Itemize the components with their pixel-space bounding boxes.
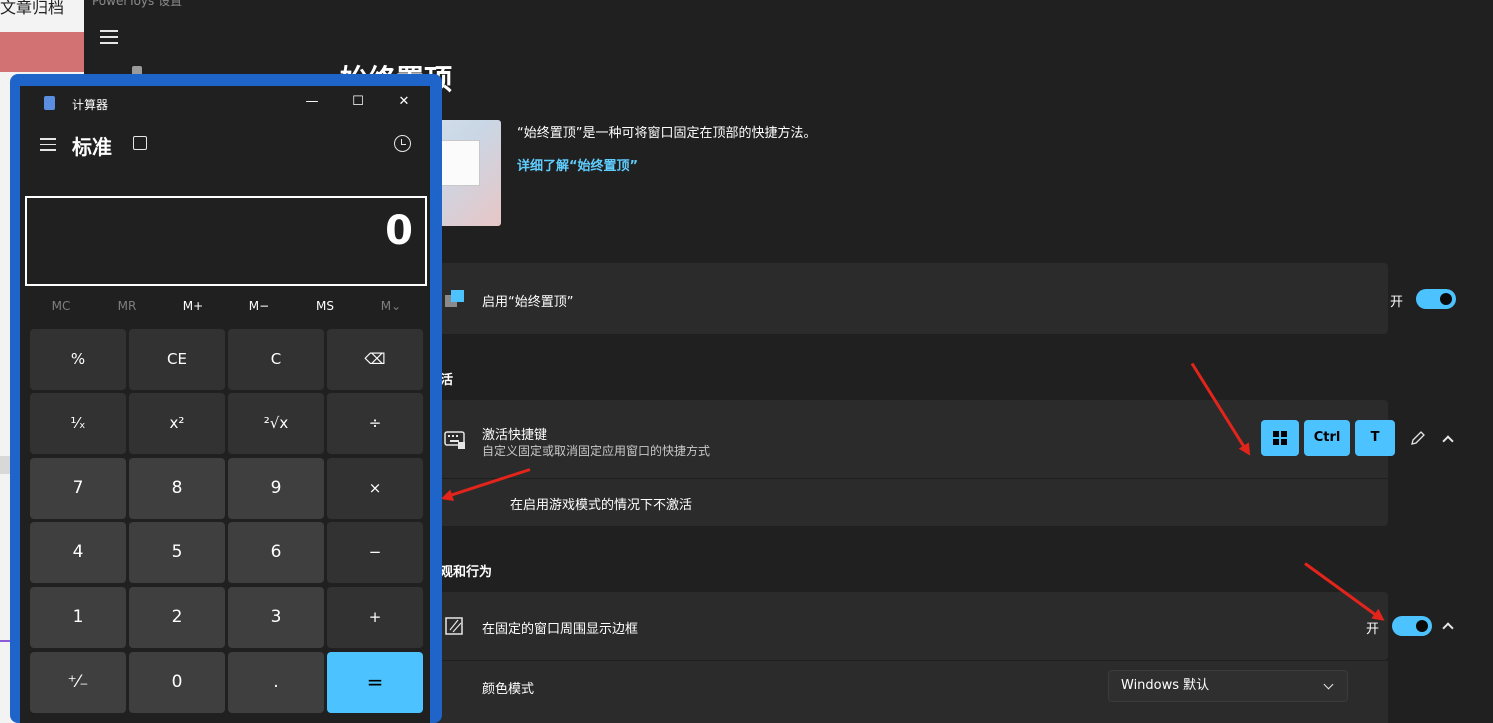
subtract-button[interactable]: − <box>327 522 423 583</box>
equals-button[interactable]: = <box>327 652 423 713</box>
calculator-display-value: 0 <box>385 208 413 254</box>
decimal-button[interactable]: . <box>228 652 324 713</box>
color-mode-value: Windows 默认 <box>1121 678 1210 693</box>
window-border-icon <box>445 617 463 635</box>
digit-9-button[interactable]: 9 <box>228 458 324 519</box>
minimize-icon[interactable]: — <box>300 94 324 114</box>
digit-1-button[interactable]: 1 <box>30 587 126 648</box>
memory-clear-button[interactable]: MC <box>36 299 86 313</box>
memory-recall-button[interactable]: MR <box>102 299 152 313</box>
border-label: 在固定的窗口周围显示边框 <box>482 622 639 637</box>
calculator-menu-icon[interactable] <box>40 138 56 151</box>
close-icon[interactable]: ✕ <box>392 94 416 114</box>
memory-add-button[interactable]: M+ <box>168 299 218 313</box>
shortcut-key-ctrl: Ctrl <box>1304 420 1350 456</box>
digit-0-button[interactable]: 0 <box>129 652 225 713</box>
chevron-down-icon <box>1323 679 1334 690</box>
backspace-button[interactable]: ⌫ <box>327 329 423 390</box>
background-app-title: 文章归档 <box>0 0 65 17</box>
game-mode-label: 在启用游戏模式的情况下不激活 <box>510 498 693 513</box>
memory-store-button[interactable]: MS <box>300 299 350 313</box>
reciprocal-button[interactable]: ¹⁄ₓ <box>30 393 126 454</box>
activation-shortcut-description: 自定义固定或取消固定应用窗口的快捷方式 <box>482 444 711 458</box>
nav-menu-icon[interactable] <box>100 30 118 44</box>
digit-2-button[interactable]: 2 <box>129 587 225 648</box>
enable-label: 启用“始终置顶” <box>482 295 574 310</box>
clear-button[interactable]: C <box>228 329 324 390</box>
edit-pencil-icon[interactable] <box>1410 430 1426 446</box>
divide-button[interactable]: ÷ <box>327 393 423 454</box>
shortcut-key-windows <box>1261 420 1299 456</box>
digit-4-button[interactable]: 4 <box>30 522 126 583</box>
keyboard-shortcut-icon <box>444 431 465 449</box>
digit-7-button[interactable]: 7 <box>30 458 126 519</box>
powertoys-titlebar: PowerToys 设置 <box>84 0 1493 8</box>
digit-8-button[interactable]: 8 <box>129 458 225 519</box>
windows-logo-icon <box>1273 431 1287 445</box>
digit-6-button[interactable]: 6 <box>228 522 324 583</box>
negate-button[interactable]: ⁺⁄₋ <box>30 652 126 713</box>
clear-entry-button[interactable]: CE <box>129 329 225 390</box>
add-button[interactable]: + <box>327 587 423 648</box>
digit-5-button[interactable]: 5 <box>129 522 225 583</box>
calculator-title: 计算器 <box>72 98 109 112</box>
color-mode-dropdown[interactable]: Windows 默认 <box>1108 670 1348 702</box>
multiply-button[interactable]: × <box>327 458 423 519</box>
background-app-banner <box>0 32 84 72</box>
shortcut-key-t: T <box>1355 420 1395 456</box>
digit-3-button[interactable]: 3 <box>228 587 324 648</box>
calculator-display: 0 <box>25 196 427 286</box>
maximize-icon[interactable]: ☐ <box>346 94 370 114</box>
square-root-button[interactable]: ²√x <box>228 393 324 454</box>
module-description: “始终置顶”是一种可将窗口固定在顶部的快捷方法。 <box>517 126 817 141</box>
percent-button[interactable]: % <box>30 329 126 390</box>
history-icon[interactable] <box>394 135 411 152</box>
square-button[interactable]: x² <box>129 393 225 454</box>
calculator-app-icon <box>44 96 55 110</box>
activation-shortcut-label: 激活快捷键 <box>482 428 548 443</box>
border-toggle[interactable] <box>1392 616 1432 636</box>
powertoys-window-title: PowerToys 设置 <box>92 0 183 8</box>
section-appearance-heading: 观和行为 <box>440 565 493 580</box>
memory-list-button[interactable]: M⌄ <box>366 299 416 313</box>
always-on-top-icon <box>445 290 464 307</box>
activation-card <box>340 400 1388 526</box>
color-mode-label: 颜色模式 <box>482 682 535 697</box>
enable-toggle[interactable] <box>1416 289 1456 309</box>
memory-subtract-button[interactable]: M− <box>234 299 284 313</box>
keep-on-top-icon[interactable] <box>133 136 147 150</box>
calculator-mode-title: 标准 <box>72 135 112 159</box>
learn-more-link[interactable]: 详细了解“始终置顶” <box>517 155 638 174</box>
enable-state-label: 开 <box>1390 295 1404 310</box>
